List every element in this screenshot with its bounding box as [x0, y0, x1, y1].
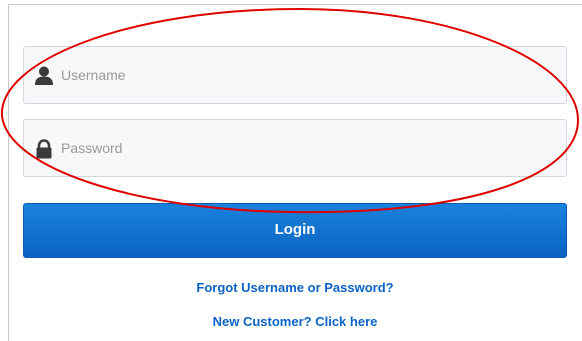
username-field[interactable]	[23, 46, 567, 104]
new-customer-link[interactable]: New Customer? Click here	[23, 314, 567, 329]
lock-icon	[34, 139, 54, 159]
user-icon	[34, 66, 54, 86]
forgot-credentials-link[interactable]: Forgot Username or Password?	[23, 280, 567, 295]
username-input[interactable]	[61, 47, 551, 103]
login-screen: Login Forgot Username or Password? New C…	[0, 0, 582, 341]
password-input[interactable]	[61, 120, 551, 176]
password-field[interactable]	[23, 119, 567, 177]
login-button[interactable]: Login	[23, 203, 567, 258]
